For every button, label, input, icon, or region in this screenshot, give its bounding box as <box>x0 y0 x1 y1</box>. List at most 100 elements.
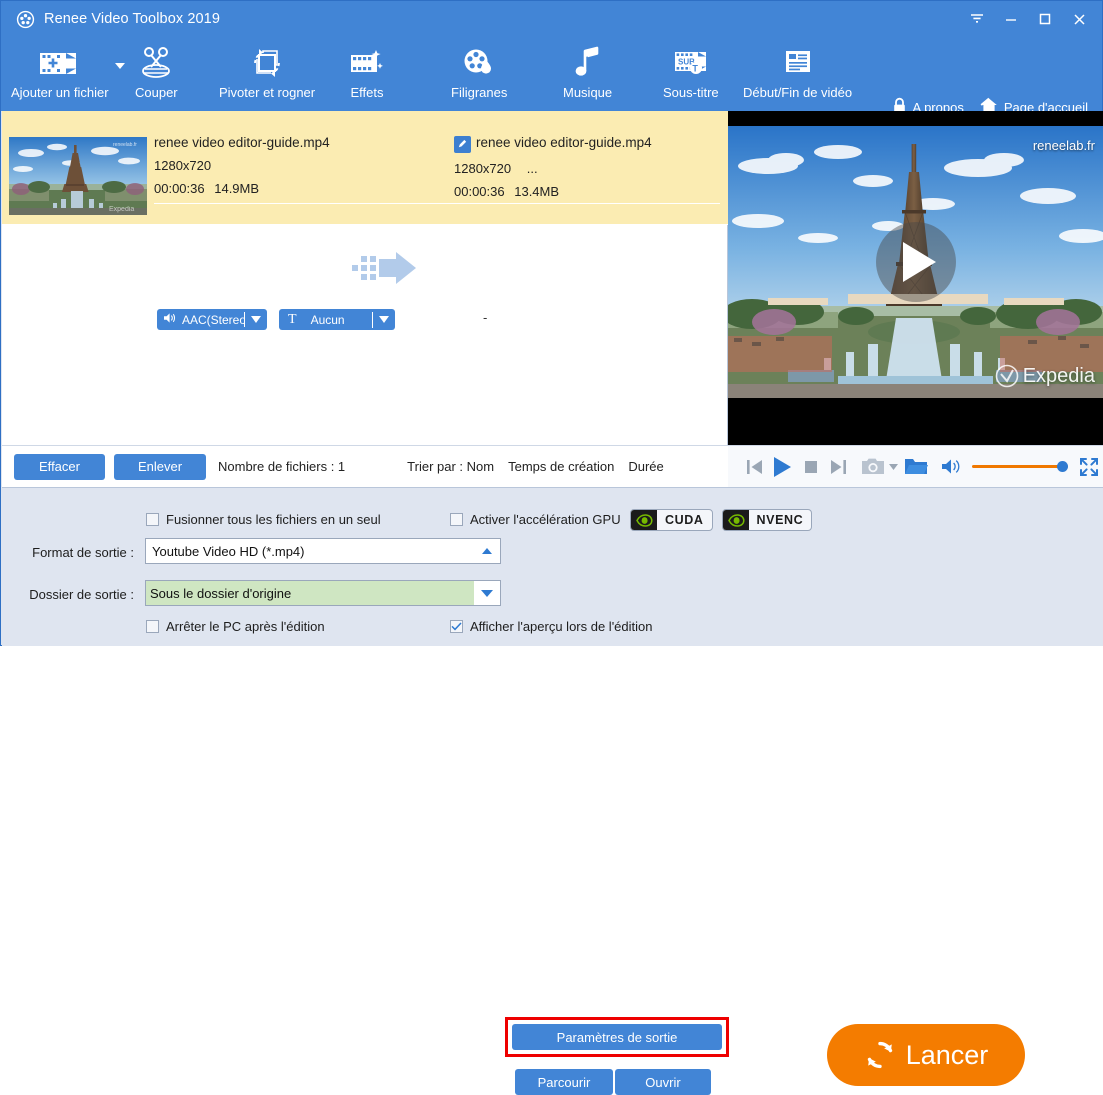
sort-by-creation-time[interactable]: Temps de création <box>508 459 614 474</box>
svg-text:reneelab.fr: reneelab.fr <box>113 142 137 148</box>
toolbar-item-watermark[interactable]: Filigranes <box>451 43 507 100</box>
text-t-icon: T <box>288 311 297 327</box>
chevron-up-icon[interactable] <box>474 548 500 554</box>
speaker-icon <box>163 312 177 327</box>
toolbar-item-rotate-crop[interactable]: Pivoter et rogner <box>219 43 315 100</box>
eiffel-tower-video: reneelab.fr Expedia <box>728 126 1103 398</box>
toolbar-label: Effets <box>350 85 384 100</box>
destination-duration: 00:00:36 <box>454 184 505 199</box>
audio-track-dropdown-icon[interactable] <box>245 309 267 330</box>
output-folder-combo[interactable]: Sous le dossier d'origine <box>145 580 501 606</box>
toolbar-label: Début/Fin de vidéo <box>743 85 853 100</box>
audio-track-main[interactable]: AAC(Stereo 4 <box>157 312 245 327</box>
destination-mark: - <box>483 310 488 325</box>
checkbox-box[interactable] <box>450 620 463 633</box>
window-title: Renee Video Toolbox 2019 <box>44 11 221 27</box>
subtitle-track-selector[interactable]: T Aucun <box>279 309 395 330</box>
toolbar-label: Couper <box>135 85 178 100</box>
checkbox-box[interactable] <box>450 513 463 526</box>
maximize-button[interactable] <box>1028 5 1062 33</box>
output-format-combo[interactable]: Youtube Video HD (*.mp4) <box>145 538 501 564</box>
collapse-button[interactable] <box>960 5 994 33</box>
play-circle-icon[interactable] <box>875 222 956 302</box>
add-file-icon <box>38 43 82 83</box>
chevron-down-icon[interactable] <box>114 63 125 69</box>
toolbar-item-subtitle[interactable]: SUB T Sous-titre <box>663 43 719 100</box>
snapshot-button[interactable] <box>859 452 887 482</box>
file-count-label: Nombre de fichiers : 1 <box>218 459 346 474</box>
snapshot-dropdown[interactable] <box>887 452 900 482</box>
minimize-button[interactable] <box>994 5 1028 33</box>
clear-button[interactable]: Effacer <box>14 453 105 480</box>
browse-button[interactable]: Parcourir <box>515 1069 613 1095</box>
output-format-label: Format de sortie : <box>32 545 134 560</box>
sort-by-duration[interactable]: Durée <box>628 459 663 474</box>
checkbox-box[interactable] <box>146 513 159 526</box>
output-settings-button[interactable]: Paramètres de sortie <box>512 1024 722 1050</box>
show-preview-checkbox[interactable]: Afficher l'aperçu lors de l'édition <box>450 619 653 634</box>
stop-button[interactable] <box>798 452 826 482</box>
effects-filmstrip-icon <box>349 43 385 83</box>
toolbar-item-music[interactable]: Musique <box>563 43 612 100</box>
source-duration: 00:00:36 <box>154 181 205 196</box>
open-folder-button[interactable] <box>900 452 931 482</box>
previous-button[interactable] <box>742 452 766 482</box>
fullscreen-button[interactable] <box>1075 452 1103 482</box>
eiffel-tower-thumbnail: reneelab.fr Expedia <box>9 137 147 215</box>
watermark-reel-icon <box>461 43 497 83</box>
cuda-label: CUDA <box>665 513 704 527</box>
play-button[interactable] <box>766 452 797 482</box>
toolbar-item-effects[interactable]: Effets <box>349 43 385 100</box>
destination-file-info: renee video editor-guide.mp4 1280x720 ..… <box>454 135 652 199</box>
destination-resolution: 1280x720 <box>454 161 512 176</box>
destination-resolution-row: 1280x720 ... <box>454 161 652 176</box>
output-format-value: Youtube Video HD (*.mp4) <box>152 543 305 559</box>
pixel-arrow-right-icon <box>352 251 420 290</box>
sort-by-name[interactable]: Trier par : Nom <box>407 459 494 474</box>
audio-track-selector[interactable]: AAC(Stereo 4 <box>157 309 267 330</box>
file-list: reneelab.fr Expedia renee video editor-g… <box>2 111 728 445</box>
audio-track-label: AAC(Stereo 4 <box>182 312 245 327</box>
remove-button[interactable]: Enlever <box>114 453 206 480</box>
intro-outro-icon <box>782 43 814 83</box>
cuda-badge[interactable]: CUDA <box>630 509 713 531</box>
volume-slider-knob[interactable] <box>1057 461 1069 472</box>
destination-ellipsis: ... <box>526 161 538 176</box>
toolbar-item-add-file[interactable]: Ajouter un fichier <box>11 43 125 100</box>
source-file-info: renee video editor-guide.mp4 1280x720 00… <box>154 135 330 196</box>
title-bar: Renee Video Toolbox 2019 <box>1 1 1102 37</box>
toolbar-label: Sous-titre <box>663 85 719 100</box>
subtitle-icon: SUB T <box>672 43 710 83</box>
open-folder-button-settings[interactable]: Ouvrir <box>615 1069 711 1095</box>
nvidia-eye-icon <box>631 510 657 530</box>
toolbar-label: Musique <box>563 85 613 100</box>
expedia-label: Expedia <box>1022 364 1095 387</box>
volume-button[interactable] <box>937 452 965 482</box>
volume-slider[interactable] <box>972 461 1069 473</box>
gpu-acceleration-checkbox[interactable]: Activer l'accélération GPU <box>450 512 621 527</box>
merge-files-checkbox[interactable]: Fusionner tous les fichiers en un seul <box>146 512 381 527</box>
source-filename: renee video editor-guide.mp4 <box>154 135 330 150</box>
file-list-footer: Effacer Enlever Nombre de fichiers : 1 T… <box>2 445 728 487</box>
window-controls <box>960 1 1096 37</box>
expedia-logo: Expedia <box>995 364 1095 388</box>
start-button[interactable]: Lancer <box>827 1024 1025 1086</box>
subtitle-track-main[interactable]: T Aucun <box>279 311 373 328</box>
player-controls <box>728 445 1103 487</box>
toolbar-item-intro-outro[interactable]: Début/Fin de vidéo <box>743 43 852 100</box>
svg-text:T: T <box>692 63 698 73</box>
chevron-down-icon[interactable] <box>474 589 500 597</box>
destination-filename: renee video editor-guide.mp4 <box>476 135 652 150</box>
shutdown-checkbox[interactable]: Arrêter le PC après l'édition <box>146 619 325 634</box>
next-button[interactable] <box>825 452 851 482</box>
rotate-crop-icon <box>247 43 287 83</box>
scissors-icon <box>137 43 175 83</box>
subtitle-track-dropdown-icon[interactable] <box>373 309 395 330</box>
toolbar-item-cut[interactable]: Couper <box>135 43 178 100</box>
video-preview[interactable]: reneelab.fr Expedia <box>728 111 1103 445</box>
pencil-edit-icon[interactable] <box>454 136 471 153</box>
checkbox-box[interactable] <box>146 620 159 633</box>
nvenc-badge[interactable]: NVENC <box>721 509 813 531</box>
close-button[interactable] <box>1062 5 1096 33</box>
table-row[interactable]: reneelab.fr Expedia renee video editor-g… <box>2 111 728 284</box>
